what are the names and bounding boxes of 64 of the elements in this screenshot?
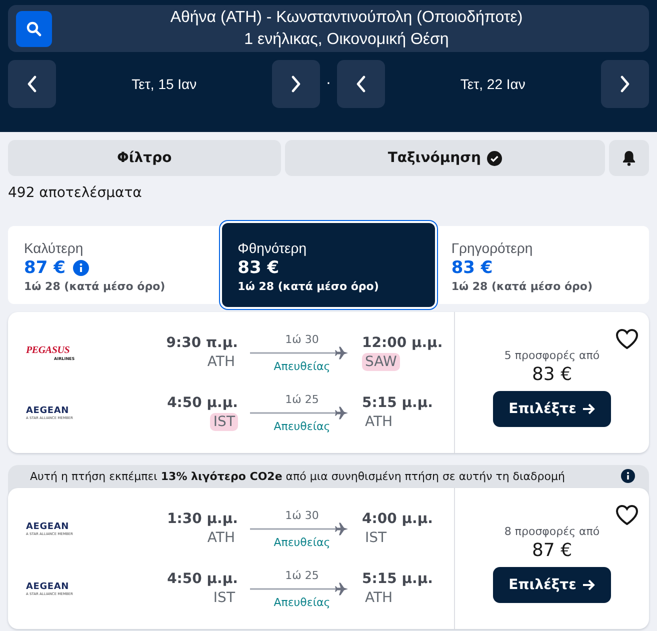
airline-logo: AEGEAN (26, 582, 69, 592)
search-summary[interactable]: Αθήνα (ATH) - Κωνσταντινούπολη (Οποιοδήποτε) 1 ενήλικας, Οικονομική Θέση (8, 5, 649, 52)
date-text[interactable]: Τετ, 22 Ιαν (460, 76, 526, 92)
select-button[interactable]: Επιλέξτε (493, 390, 611, 426)
arrival-airport: ATH (364, 412, 394, 430)
heart-icon[interactable] (615, 504, 639, 526)
select-button[interactable]: Επιλέξτε (493, 566, 611, 602)
airline-logo: PEGASUS (26, 344, 70, 356)
departure-airport: IST (212, 588, 236, 606)
chevron-right-icon (619, 75, 631, 93)
search-icon (26, 20, 42, 36)
date-text[interactable]: Τετ, 15 Ιαν (132, 76, 197, 92)
airline-logo: AEGEAN (26, 522, 69, 532)
arrow-right-icon (582, 402, 596, 414)
departure-airport: ATH (206, 528, 236, 546)
flight-duration: 1ώ 25 (285, 568, 319, 582)
departure-time: 4:50 μ.μ. (167, 570, 238, 586)
bell-icon (622, 150, 636, 166)
departure-airport: IST (210, 412, 238, 430)
results-count: 492 αποτελέσματα (8, 184, 143, 202)
chevron-left-icon (26, 75, 38, 93)
price-text: 83 € (532, 364, 572, 384)
sort-tab[interactable]: Φθηνότερη 83 € 1ώ 28 (κατά μέσο όρο) (222, 223, 436, 307)
offers-text: 8 προσφορές από (504, 524, 600, 538)
arrival-time: 5:15 μ.μ. (362, 570, 433, 586)
next-date-button[interactable] (272, 60, 320, 108)
arrival-airport: SAW (362, 352, 400, 370)
info-icon[interactable] (621, 469, 635, 483)
heart-icon[interactable] (615, 328, 639, 350)
departure-time: 4:50 μ.μ. (167, 394, 238, 410)
previous-date-button[interactable] (8, 60, 56, 108)
search-button[interactable] (16, 10, 52, 46)
separator-dot: · (326, 76, 331, 92)
stops-text: Απευθείας (274, 536, 330, 548)
arrow-right-icon (582, 578, 596, 590)
departure-time: 1:30 μ.μ. (167, 510, 238, 526)
stops-text: Απευθείας (274, 360, 330, 372)
sort-tab[interactable]: Γρηγορότερη 83 € 1ώ 28 (κατά μέσο όρο) (435, 226, 650, 304)
passengers-text: 1 ενήλικας, Οικονομική Θέση (244, 30, 449, 50)
previous-date-button[interactable] (336, 60, 385, 108)
arrival-time: 4:00 μ.μ. (362, 510, 433, 526)
arrival-airport: ATH (364, 588, 394, 606)
stops-text: Απευθείας (274, 420, 330, 432)
arrival-airport: IST (364, 528, 388, 546)
route-text: Αθήνα (ATH) - Κωνσταντινούπολη (Οποιοδήποτε) (170, 8, 523, 28)
next-date-button[interactable] (601, 60, 649, 108)
chevron-left-icon (354, 75, 367, 93)
price-text: 87 € (532, 540, 572, 560)
filter-button[interactable]: Φίλτρο (8, 140, 281, 176)
flight-duration: 1ώ 30 (285, 508, 319, 522)
price-alert-button[interactable] (609, 140, 649, 176)
flight-duration: 1ώ 30 (285, 332, 319, 346)
sort-tab[interactable]: Καλύτερη 87 € 1ώ 28 (κατά μέσο όρο) (8, 226, 222, 304)
sort-button[interactable]: Ταξινόμηση (284, 140, 606, 176)
chevron-right-icon (290, 75, 302, 93)
eco-text: Αυτή η πτήση εκπέμπει 13% λιγότερο CO2e από μια συνηθισμένη πτήση σε αυτήν τη διαδρομή (30, 470, 565, 482)
offers-text: 5 προσφορές από (504, 348, 600, 362)
arrival-time: 5:15 μ.μ. (362, 394, 433, 410)
stops-text: Απευθείας (274, 596, 330, 608)
flight-duration: 1ώ 25 (285, 392, 319, 406)
departure-airport: ATH (206, 352, 236, 370)
departure-time: 9:30 π.μ. (166, 334, 238, 350)
airline-logo: AEGEAN (26, 406, 69, 416)
arrival-time: 12:00 μ.μ. (362, 334, 443, 350)
